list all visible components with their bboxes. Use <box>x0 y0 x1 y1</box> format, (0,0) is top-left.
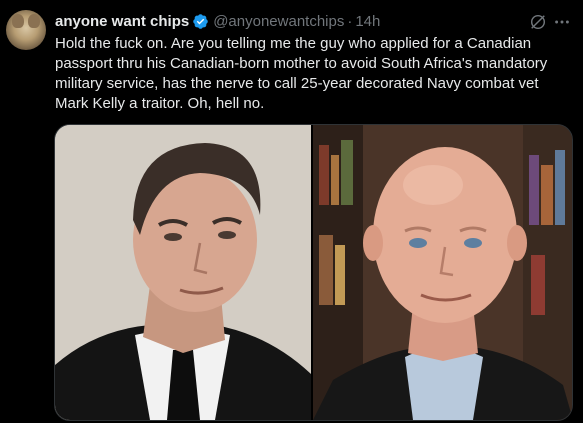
verified-badge-icon[interactable] <box>192 13 209 30</box>
avatar-ear-right <box>28 14 40 28</box>
tweet-header: anyone want chips @anyonewantchips · 14h <box>55 11 573 31</box>
avatar-ear-left <box>12 14 24 28</box>
author-name[interactable]: anyone want chips <box>55 13 189 30</box>
tweet-text: Hold the fuck on. Are you telling me the… <box>55 35 548 112</box>
header-separator: · <box>347 12 353 30</box>
photo-right-illustration <box>313 125 572 420</box>
photo-left-illustration <box>55 125 311 420</box>
author-handle[interactable]: @anyonewantchips <box>213 13 344 30</box>
photo-left[interactable] <box>55 125 311 420</box>
avatar[interactable] <box>6 10 46 50</box>
more-options-icon[interactable] <box>553 13 571 31</box>
grok-icon[interactable] <box>529 13 547 31</box>
photo-right[interactable] <box>311 125 572 420</box>
timestamp[interactable]: 14h <box>355 13 380 30</box>
tweet-media[interactable] <box>54 124 573 421</box>
